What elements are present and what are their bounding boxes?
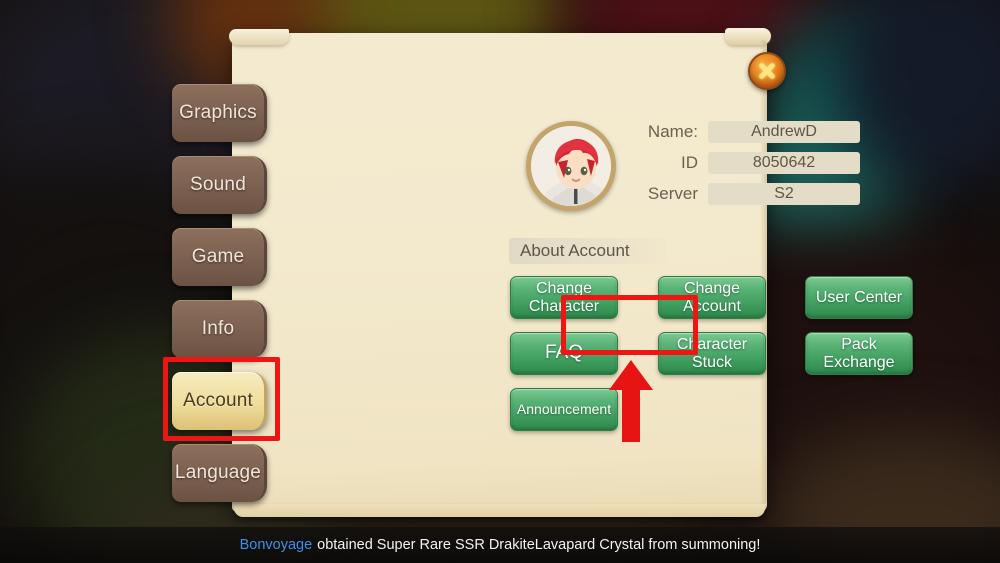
sidebar-item-label: Account xyxy=(182,390,254,411)
user-center-button[interactable]: User Center xyxy=(805,276,913,319)
field-label-id: ID xyxy=(681,153,698,172)
field-value-id: 8050642 xyxy=(708,152,860,174)
field-row-id: ID 8050642 xyxy=(636,152,860,174)
sidebar-item-label: Info xyxy=(201,318,235,339)
sidebar-item-label: Graphics xyxy=(179,102,257,123)
button-label: Change Character xyxy=(528,279,600,315)
button-label: Pack Exchange xyxy=(823,335,895,371)
character-stuck-button[interactable]: Character Stuck xyxy=(658,332,766,375)
chat-banner[interactable]: Bonvoyage obtained Super Rare SSR Drakit… xyxy=(0,527,1000,563)
button-label: Announcement xyxy=(516,400,612,417)
sidebar-item-label: Game xyxy=(191,246,245,267)
sidebar-item-label: Language xyxy=(174,462,262,483)
section-header-about-account: About Account xyxy=(509,238,667,264)
sidebar-item-info[interactable]: Info xyxy=(172,300,267,358)
pack-exchange-button[interactable]: Pack Exchange xyxy=(805,332,913,375)
button-label: User Center xyxy=(815,288,903,306)
sidebar-item-label: Sound xyxy=(190,174,246,195)
avatar-portrait-icon xyxy=(531,126,611,206)
field-value-name: AndrewD xyxy=(708,121,860,143)
change-character-button[interactable]: Change Character xyxy=(510,276,618,319)
field-row-name: Name: AndrewD xyxy=(636,121,860,143)
panel-edge-bottom xyxy=(234,504,765,517)
field-row-server: Server S2 xyxy=(636,183,860,205)
button-label: Change Account xyxy=(683,279,741,315)
close-button[interactable] xyxy=(748,52,786,90)
chat-message-text: obtained Super Rare SSR DrakiteLavapard … xyxy=(317,537,761,553)
settings-panel: Name: AndrewD ID 8050642 Server S2 About… xyxy=(229,28,913,517)
game-screen: Name: AndrewD ID 8050642 Server S2 About… xyxy=(0,0,1000,563)
account-info-fields: Name: AndrewD ID 8050642 Server S2 xyxy=(636,121,860,205)
panel-edge-right xyxy=(760,39,767,506)
sidebar-item-account[interactable]: Account xyxy=(172,372,267,430)
sidebar-item-sound[interactable]: Sound xyxy=(172,156,267,214)
button-label: Character Stuck xyxy=(676,335,748,371)
field-label-name: Name: xyxy=(647,122,698,141)
panel-corner-curl-top-left xyxy=(229,29,289,45)
field-label-server: Server xyxy=(647,184,698,203)
button-label: FAQ xyxy=(544,342,583,364)
field-value-server: S2 xyxy=(708,183,860,205)
settings-tab-rail: Graphics Sound Game Info Account Languag… xyxy=(172,84,267,502)
sidebar-item-language[interactable]: Language xyxy=(172,444,267,502)
sidebar-item-game[interactable]: Game xyxy=(172,228,267,286)
faq-button[interactable]: FAQ xyxy=(510,332,618,375)
avatar[interactable] xyxy=(526,121,616,211)
change-account-button[interactable]: Change Account xyxy=(658,276,766,319)
announcement-button[interactable]: Announcement xyxy=(510,388,618,431)
chat-player-name: Bonvoyage xyxy=(239,537,313,553)
sidebar-item-graphics[interactable]: Graphics xyxy=(172,84,267,142)
